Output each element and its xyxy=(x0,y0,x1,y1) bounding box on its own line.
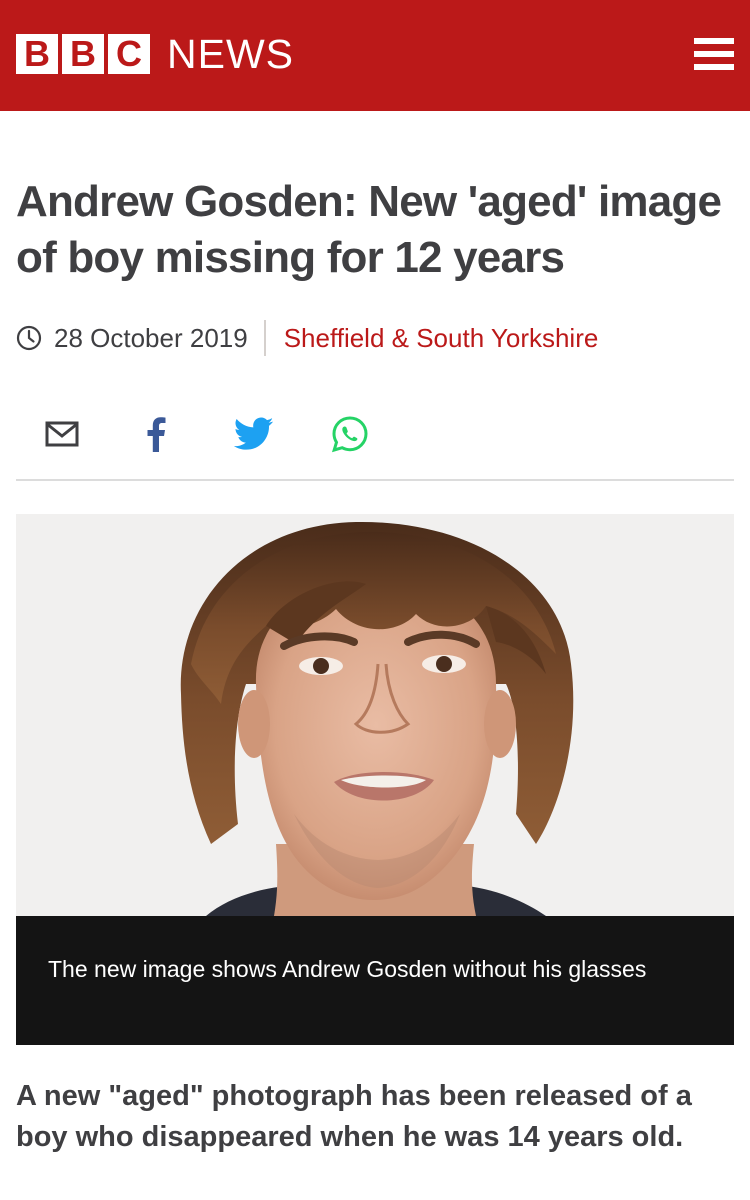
clock-icon xyxy=(16,325,42,351)
whatsapp-icon xyxy=(331,416,368,453)
site-header: B B C NEWS xyxy=(0,0,750,111)
menu-icon-bar xyxy=(694,38,734,44)
article-date: 28 October 2019 xyxy=(54,322,248,353)
logo-letter: B xyxy=(62,34,104,74)
email-icon xyxy=(45,421,79,447)
logo-letter: C xyxy=(108,34,150,74)
age-progressed-portrait-image xyxy=(16,514,734,916)
menu-button[interactable] xyxy=(694,38,734,72)
article-intro: A new "aged" photograph has been release… xyxy=(16,1080,692,1153)
news-wordmark[interactable]: NEWS xyxy=(167,30,294,78)
image-caption-box: The new image shows Andrew Gosden withou… xyxy=(16,916,734,1045)
email-share-button[interactable] xyxy=(40,412,84,456)
share-tools xyxy=(16,402,734,462)
menu-icon-bar xyxy=(694,51,734,57)
logo-letter: B xyxy=(16,34,58,74)
meta-divider xyxy=(263,320,266,356)
article-headline: Andrew Gosden: New 'aged' image of boy m… xyxy=(16,177,722,282)
bbc-logo[interactable]: B B C xyxy=(16,34,150,74)
article-image xyxy=(16,514,734,916)
facebook-share-button[interactable] xyxy=(134,412,178,456)
menu-icon-bar xyxy=(694,64,734,70)
image-caption: The new image shows Andrew Gosden withou… xyxy=(48,956,647,982)
share-divider xyxy=(16,479,734,481)
twitter-icon xyxy=(234,417,274,450)
facebook-icon xyxy=(147,417,166,452)
section-link[interactable]: Sheffield & South Yorkshire xyxy=(284,323,599,354)
whatsapp-share-button[interactable] xyxy=(328,412,372,456)
article-meta: 28 October 2019 Sheffield & South Yorksh… xyxy=(16,318,598,358)
twitter-share-button[interactable] xyxy=(232,412,276,456)
